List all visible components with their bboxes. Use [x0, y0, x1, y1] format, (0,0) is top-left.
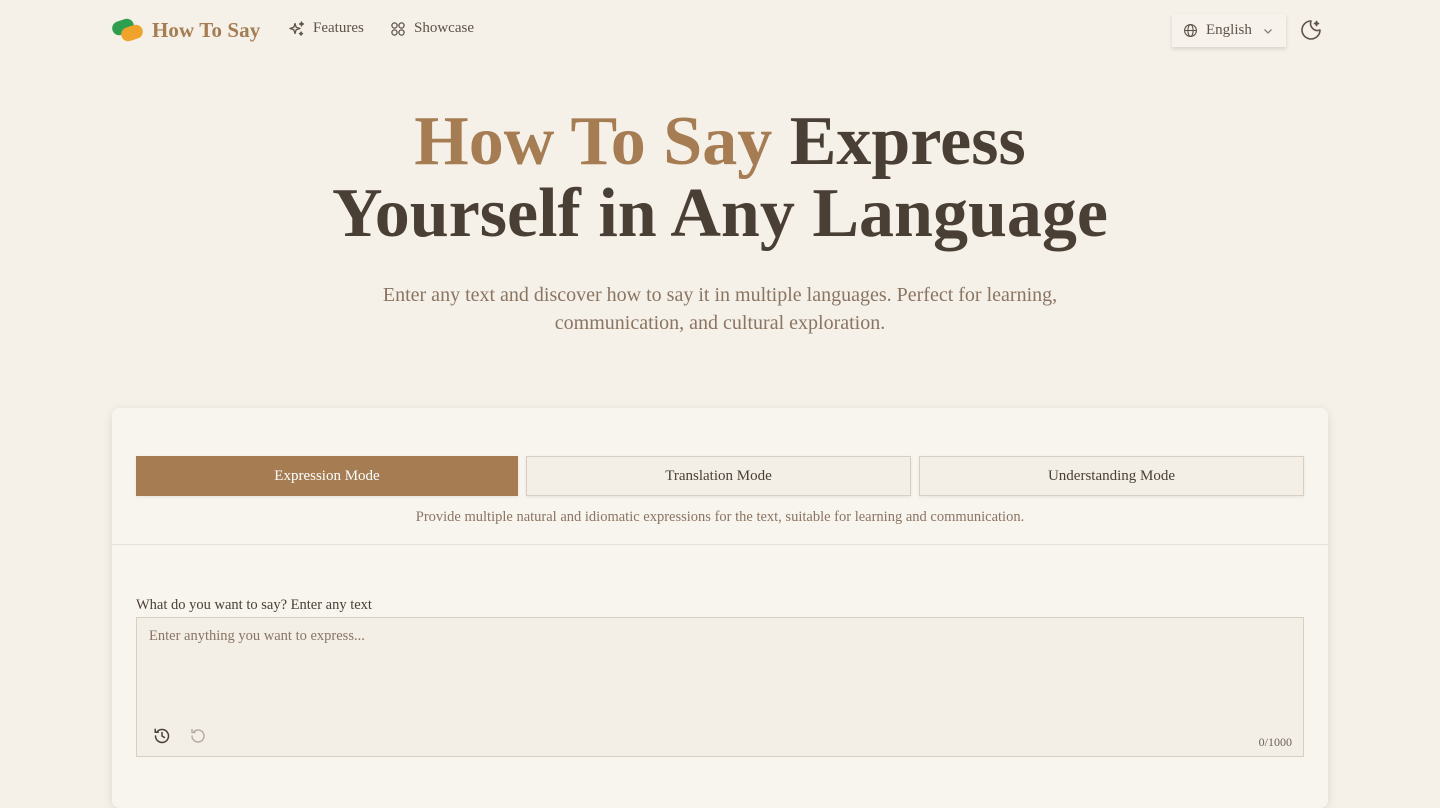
expression-mode-button[interactable]: Expression Mode [136, 456, 518, 496]
globe-icon [1184, 24, 1197, 37]
logo-icon [111, 16, 145, 44]
history-button[interactable] [153, 727, 171, 745]
text-input[interactable] [137, 618, 1303, 756]
character-count: 0/1000 [1258, 735, 1292, 749]
understanding-mode-button[interactable]: Understanding Mode [919, 456, 1304, 496]
hero-title-accent: How To Say [414, 103, 773, 180]
hero-title-line1-rest: Express [789, 103, 1026, 180]
input-label: What do you want to say? Enter any text [136, 597, 372, 613]
history-icon [154, 728, 170, 744]
chevron-down-icon [1263, 28, 1272, 34]
nav-link-features[interactable]: Features [289, 20, 364, 37]
nav-link-showcase[interactable]: Showcase [390, 20, 474, 37]
hero-title-line2: Yourself in Any Language [332, 175, 1108, 252]
language-select-value: English [1206, 22, 1252, 38]
sparkles-icon [289, 20, 305, 36]
mode-description: Provide multiple natural and idiomatic e… [415, 509, 1025, 525]
grid-icon [391, 21, 405, 36]
nav-link-features-label: Features [313, 20, 364, 36]
brand-logo-link[interactable]: How To Say [111, 16, 260, 44]
main-card: Expression Mode Translation Mode Underst… [112, 408, 1328, 808]
rotate-ccw-icon [191, 728, 205, 743]
card-divider [112, 544, 1328, 545]
translation-mode-button[interactable]: Translation Mode [526, 456, 911, 496]
top-navigation: How To Say Features Showcase English [0, 0, 1440, 60]
nav-link-showcase-label: Showcase [414, 20, 474, 36]
hero-subtitle: Enter any text and discover how to say i… [382, 284, 1058, 334]
moon-sparkle-icon [1301, 20, 1321, 40]
hero-title: How To Say Express Yourself in Any Langu… [0, 106, 1440, 250]
text-input-container: 0/1000 [136, 617, 1304, 757]
theme-toggle-button[interactable] [1299, 18, 1323, 42]
reset-button[interactable] [189, 727, 207, 745]
language-select[interactable]: English [1172, 14, 1286, 47]
brand-name: How To Say [152, 17, 261, 42]
